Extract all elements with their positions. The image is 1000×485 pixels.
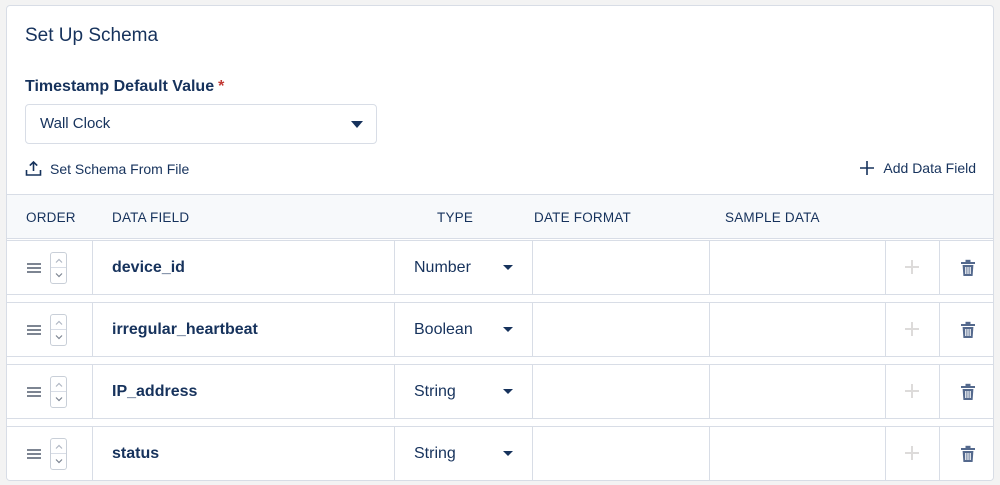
trash-icon[interactable] bbox=[960, 445, 976, 463]
table-row: device_id Number bbox=[7, 240, 993, 295]
data-field-name: irregular_heartbeat bbox=[112, 321, 258, 338]
order-stepper[interactable] bbox=[50, 314, 67, 346]
row-delete-cell bbox=[940, 427, 993, 480]
order-stepper[interactable] bbox=[50, 438, 67, 470]
caret-down-icon bbox=[503, 451, 513, 456]
data-field-name: status bbox=[112, 445, 160, 462]
chevron-down-icon[interactable] bbox=[51, 268, 66, 283]
type-value: Number bbox=[414, 259, 471, 276]
plus-icon[interactable] bbox=[904, 321, 920, 337]
chevron-up-icon[interactable] bbox=[51, 315, 66, 330]
sample-data-cell[interactable] bbox=[710, 303, 886, 356]
trash-icon[interactable] bbox=[960, 259, 976, 277]
set-schema-from-file-button[interactable]: Set Schema From File bbox=[25, 160, 189, 177]
plus-icon bbox=[860, 161, 875, 175]
timestamp-label: Timestamp Default Value * bbox=[25, 78, 224, 96]
schema-card: Set Up Schema Timestamp Default Value * W… bbox=[6, 5, 994, 481]
type-select[interactable]: String bbox=[395, 365, 533, 418]
chevron-down-icon[interactable] bbox=[51, 392, 66, 407]
drag-handle-icon[interactable] bbox=[27, 387, 41, 397]
date-format-cell[interactable] bbox=[533, 427, 710, 480]
table-header: ORDER DATA FIELD TYPE DATE FORMAT SAMPLE… bbox=[7, 194, 993, 239]
order-stepper[interactable] bbox=[50, 376, 67, 408]
sample-data-cell[interactable] bbox=[710, 427, 886, 480]
add-data-field-button[interactable]: Add Data Field bbox=[859, 160, 976, 176]
sample-data-cell[interactable] bbox=[710, 241, 886, 294]
row-delete-cell bbox=[940, 365, 993, 418]
row-add-cell bbox=[886, 365, 940, 418]
chevron-up-icon[interactable] bbox=[51, 377, 66, 392]
timestamp-default-select[interactable]: Wall Clock bbox=[25, 104, 377, 144]
order-stepper[interactable] bbox=[50, 252, 67, 284]
table-row: irregular_heartbeat Boolean bbox=[7, 302, 993, 357]
type-value: String bbox=[414, 445, 456, 462]
header-date-format: DATE FORMAT bbox=[534, 210, 631, 225]
header-data-field: DATA FIELD bbox=[112, 210, 190, 225]
upload-icon bbox=[25, 160, 42, 176]
trash-icon[interactable] bbox=[960, 383, 976, 401]
timestamp-selected-value: Wall Clock bbox=[40, 115, 111, 132]
drag-handle-icon[interactable] bbox=[27, 449, 41, 459]
header-order: ORDER bbox=[26, 210, 76, 225]
chevron-down-icon[interactable] bbox=[51, 330, 66, 345]
type-value: Boolean bbox=[414, 321, 473, 338]
row-delete-cell bbox=[940, 303, 993, 356]
data-field-cell[interactable]: status bbox=[93, 427, 395, 480]
type-value: String bbox=[414, 383, 456, 400]
drag-handle-icon[interactable] bbox=[27, 263, 41, 273]
type-select[interactable]: Boolean bbox=[395, 303, 533, 356]
chevron-up-icon[interactable] bbox=[51, 439, 66, 454]
caret-down-icon bbox=[503, 327, 513, 332]
date-format-cell[interactable] bbox=[533, 241, 710, 294]
table-row: IP_address String bbox=[7, 364, 993, 419]
row-add-cell bbox=[886, 303, 940, 356]
order-cell bbox=[7, 427, 93, 480]
chevron-up-icon[interactable] bbox=[51, 253, 66, 268]
card-title: Set Up Schema bbox=[25, 25, 159, 46]
row-delete-cell bbox=[940, 241, 993, 294]
required-asterisk: * bbox=[218, 78, 225, 95]
drag-handle-icon[interactable] bbox=[27, 325, 41, 335]
type-select[interactable]: Number bbox=[395, 241, 533, 294]
date-format-cell[interactable] bbox=[533, 303, 710, 356]
add-data-field-label: Add Data Field bbox=[883, 160, 976, 176]
plus-icon[interactable] bbox=[904, 445, 920, 461]
table-row: status String bbox=[7, 426, 993, 480]
date-format-cell[interactable] bbox=[533, 365, 710, 418]
schema-table: ORDER DATA FIELD TYPE DATE FORMAT SAMPLE… bbox=[7, 194, 993, 480]
caret-down-icon bbox=[351, 121, 363, 128]
plus-icon[interactable] bbox=[904, 259, 920, 275]
caret-down-icon bbox=[503, 265, 513, 270]
header-sample-data: SAMPLE DATA bbox=[725, 210, 820, 225]
data-field-name: device_id bbox=[112, 259, 185, 276]
order-cell bbox=[7, 365, 93, 418]
data-field-cell[interactable]: device_id bbox=[93, 241, 395, 294]
caret-down-icon bbox=[503, 389, 513, 394]
data-field-cell[interactable]: IP_address bbox=[93, 365, 395, 418]
data-field-cell[interactable]: irregular_heartbeat bbox=[93, 303, 395, 356]
chevron-down-icon[interactable] bbox=[51, 454, 66, 469]
order-cell bbox=[7, 241, 93, 294]
data-field-name: IP_address bbox=[112, 383, 198, 400]
row-add-cell bbox=[886, 241, 940, 294]
order-cell bbox=[7, 303, 93, 356]
trash-icon[interactable] bbox=[960, 321, 976, 339]
timestamp-label-text: Timestamp Default Value bbox=[25, 78, 215, 95]
row-add-cell bbox=[886, 427, 940, 480]
set-schema-label: Set Schema From File bbox=[50, 160, 190, 177]
sample-data-cell[interactable] bbox=[710, 365, 886, 418]
plus-icon[interactable] bbox=[904, 383, 920, 399]
header-type: TYPE bbox=[437, 210, 474, 225]
type-select[interactable]: String bbox=[395, 427, 533, 480]
